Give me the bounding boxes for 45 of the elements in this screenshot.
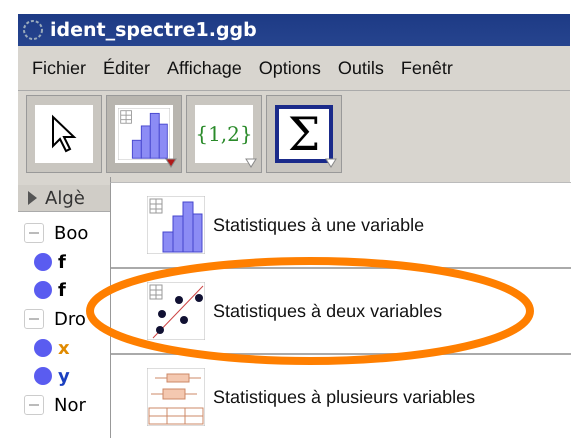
minus-icon bbox=[29, 232, 39, 234]
object-label: y bbox=[58, 366, 70, 386]
visibility-dot[interactable] bbox=[34, 253, 52, 271]
visibility-dot[interactable] bbox=[34, 281, 52, 299]
dropdown-arrow-icon bbox=[165, 158, 177, 168]
minus-icon bbox=[29, 318, 39, 320]
minus-icon bbox=[29, 404, 39, 406]
tool-button[interactable]: Σ bbox=[266, 95, 342, 173]
scatter-plot-icon bbox=[147, 282, 205, 340]
panel-title: Algè bbox=[45, 188, 85, 208]
tool-button[interactable] bbox=[106, 95, 182, 173]
menu-item[interactable]: Fichier bbox=[24, 58, 96, 78]
menu-item[interactable]: Outils bbox=[330, 58, 393, 78]
tool-button[interactable] bbox=[26, 95, 102, 173]
sum-label: Σ bbox=[288, 107, 320, 161]
object-label: x bbox=[58, 338, 70, 358]
app-logo-icon bbox=[22, 19, 44, 41]
dropdown-arrow-icon bbox=[245, 158, 257, 168]
collapse-toggle[interactable] bbox=[24, 223, 44, 243]
group-label: Nor bbox=[54, 394, 86, 416]
object-label: f bbox=[58, 280, 66, 300]
visibility-dot[interactable] bbox=[34, 339, 52, 357]
pointer-icon bbox=[49, 114, 79, 154]
collapse-toggle[interactable] bbox=[24, 309, 44, 329]
histogram-icon bbox=[118, 108, 170, 160]
dropdown-item[interactable]: Statistiques à deux variables bbox=[111, 269, 571, 355]
panel-header[interactable]: Algè bbox=[18, 185, 110, 212]
collapse-toggle[interactable] bbox=[24, 395, 44, 415]
histogram-icon bbox=[147, 196, 205, 254]
dropdown-arrow-icon bbox=[325, 158, 337, 168]
menu-item[interactable]: Éditer bbox=[95, 58, 160, 78]
menu-item[interactable]: Affichage bbox=[159, 58, 251, 78]
group-label: Dro bbox=[54, 308, 86, 330]
menu-item[interactable]: Fenêtr bbox=[392, 58, 462, 78]
list-label: {1,2} bbox=[195, 122, 253, 146]
dropdown-item[interactable]: Statistiques à plusieurs variables bbox=[111, 355, 571, 438]
box-plot-icon bbox=[147, 368, 205, 426]
tool-button[interactable]: {1,2} bbox=[186, 95, 262, 173]
collapse-triangle-icon bbox=[28, 191, 37, 205]
menu-item[interactable]: Options bbox=[250, 58, 330, 78]
window-title: ident_spectre1.ggb bbox=[50, 19, 257, 41]
dropdown-item[interactable]: Statistiques à une variable bbox=[111, 183, 571, 269]
object-label: f bbox=[58, 252, 66, 272]
group-label: Boo bbox=[54, 222, 88, 244]
visibility-dot[interactable] bbox=[34, 367, 52, 385]
